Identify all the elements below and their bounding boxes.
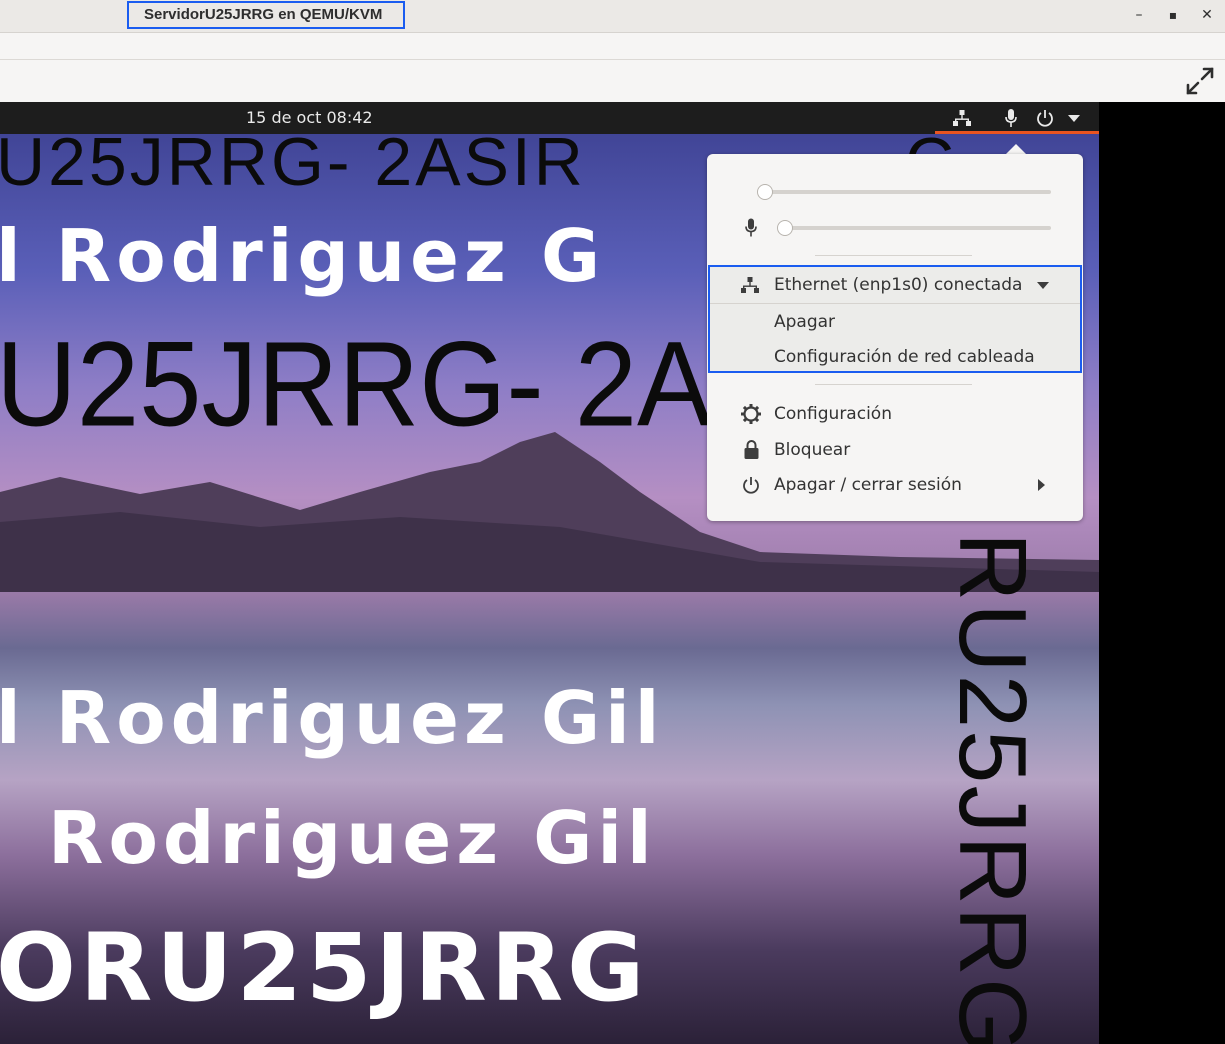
lock-item[interactable]: Bloquear — [774, 440, 850, 460]
menu-pointer — [1006, 144, 1026, 154]
close-button[interactable]: ✕ — [1196, 4, 1218, 26]
wallpaper-text: U25JRRG- 2ASIR — [0, 124, 586, 200]
minimize-button[interactable]: – — [1128, 4, 1150, 26]
window-titlebar: ServidorU25JRRG en QEMU/KVM – ▪ ✕ — [0, 0, 1225, 33]
wallpaper-text: ORU25JRRG — [0, 914, 649, 1023]
system-menu: Ethernet (enp1s0) conectada Apagar Confi… — [707, 154, 1083, 521]
wallpaper-text-vertical: RU25JRRG — [939, 532, 1046, 1044]
ethernet-turn-off-item[interactable]: Apagar — [774, 312, 835, 332]
maximize-button[interactable]: ▪ — [1162, 4, 1184, 26]
wallpaper-text: l Rodriguez G — [0, 214, 606, 298]
microphone-icon — [1005, 109, 1017, 127]
separator — [815, 384, 972, 385]
menubar — [0, 33, 1225, 60]
mic-slider[interactable] — [784, 226, 1051, 230]
system-tray[interactable] — [935, 102, 1099, 134]
caret-right-icon — [1038, 479, 1045, 491]
power-icon — [1037, 110, 1053, 127]
wallpaper-text: U25JRRG- 2AS — [0, 316, 787, 452]
ethernet-submenu: Ethernet (enp1s0) conectada Apagar Confi… — [708, 265, 1082, 373]
mic-slider-knob[interactable] — [777, 220, 793, 236]
gear-icon — [741, 404, 761, 424]
microphone-icon — [745, 218, 757, 237]
volume-slider-knob[interactable] — [757, 184, 773, 200]
separator — [815, 255, 972, 256]
settings-item[interactable]: Configuración — [774, 404, 892, 424]
volume-slider[interactable] — [764, 190, 1051, 194]
lock-icon — [744, 440, 759, 459]
wallpaper-text: l Rodriguez Gil — [0, 676, 665, 760]
ethernet-status-label: Ethernet (enp1s0) conectada — [774, 275, 1023, 295]
caret-down-icon — [1037, 282, 1049, 289]
clock[interactable]: 15 de oct 08:42 — [246, 108, 373, 128]
power-off-logout-item[interactable]: Apagar / cerrar sesión — [774, 475, 962, 495]
window-title: ServidorU25JRRG en QEMU/KVM — [127, 1, 405, 29]
network-wired-icon — [953, 110, 971, 126]
ethernet-header[interactable]: Ethernet (enp1s0) conectada — [710, 267, 1080, 304]
toolbar — [0, 60, 1225, 102]
network-wired-icon — [741, 277, 759, 293]
wired-settings-item[interactable]: Configuración de red cableada — [774, 347, 1035, 367]
caret-down-icon — [1068, 115, 1080, 122]
fullscreen-icon[interactable] — [1185, 66, 1215, 96]
wallpaper-text: Rodriguez Gil — [48, 796, 657, 880]
gnome-topbar: 15 de oct 08:42 — [0, 102, 1099, 134]
power-icon — [743, 477, 759, 494]
